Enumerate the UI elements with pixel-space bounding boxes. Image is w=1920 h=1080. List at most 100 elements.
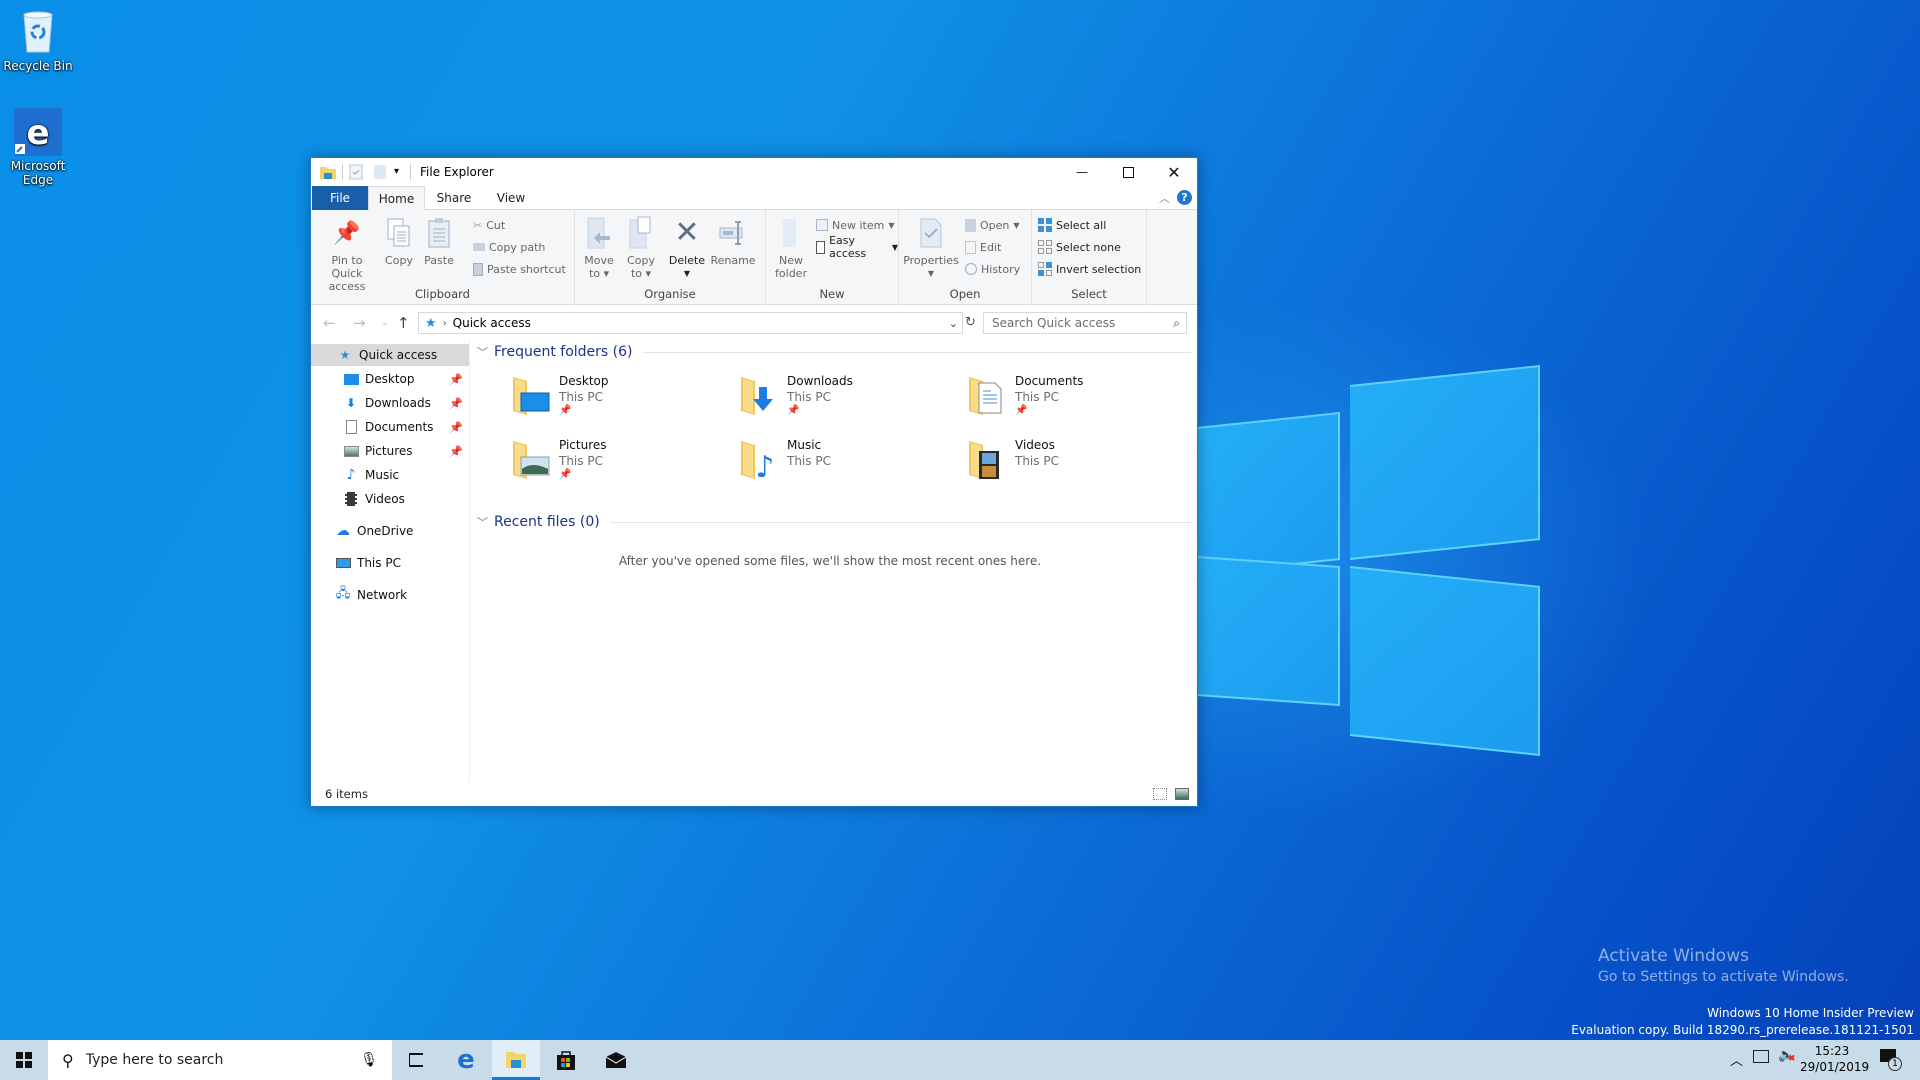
address-dropdown-icon[interactable]: ⌄: [949, 317, 958, 330]
minimize-button[interactable]: —: [1059, 158, 1105, 186]
select-all-button[interactable]: Select all: [1038, 216, 1106, 234]
details-view-button[interactable]: [1153, 788, 1167, 800]
open-button[interactable]: Open ▼: [965, 216, 1020, 234]
network-status-icon[interactable]: [1753, 1050, 1769, 1063]
volume-muted-icon[interactable]: 🔈 ✖: [1778, 1048, 1796, 1064]
easy-access-button[interactable]: Easy access ▼: [816, 234, 898, 260]
title-bar[interactable]: ▾ File Explorer — ✕: [311, 158, 1197, 186]
paste-shortcut-button[interactable]: Paste shortcut: [473, 260, 566, 278]
new-item-button[interactable]: New item ▼: [816, 216, 895, 234]
edit-button[interactable]: Edit: [965, 238, 1001, 256]
collapse-ribbon-icon[interactable]: ︿: [1159, 190, 1170, 206]
properties-icon: [920, 218, 942, 248]
sidebar-item-documents[interactable]: Documents 📌: [311, 416, 469, 438]
recent-files-header[interactable]: ﹀ Recent files (0): [477, 514, 1191, 530]
copy-path-button[interactable]: Copy path: [473, 238, 545, 256]
folder-tile-desktop[interactable]: Desktop This PC 📌: [509, 373, 729, 429]
cut-button[interactable]: ✂ Cut: [473, 216, 505, 234]
taskbar-search-box[interactable]: ⚲ Type here to search 🎙: [48, 1040, 392, 1080]
folder-name: Downloads: [787, 374, 853, 388]
sidebar-item-pictures[interactable]: Pictures 📌: [311, 440, 469, 462]
new-folder-icon: [783, 219, 796, 247]
move-to-button[interactable]: Move to ▾: [581, 216, 617, 280]
help-icon[interactable]: ?: [1177, 190, 1192, 205]
start-button[interactable]: [0, 1040, 48, 1080]
sidebar-item-label: Downloads: [365, 396, 431, 410]
invert-selection-button[interactable]: Invert selection: [1038, 260, 1141, 278]
refresh-button[interactable]: ↻: [965, 315, 976, 330]
ribbon-tabs: File Home Share View ︿ ?: [311, 186, 1197, 211]
file-explorer-icon: [506, 1051, 526, 1068]
copy-to-button[interactable]: Copy to ▾: [623, 216, 659, 280]
new-folder-qat-icon[interactable]: [373, 164, 387, 180]
clock[interactable]: 15:23 29/01/2019: [1800, 1043, 1869, 1075]
back-button[interactable]: ←: [323, 314, 336, 332]
recent-locations-button[interactable]: ⌄: [381, 318, 389, 328]
history-button[interactable]: History: [965, 260, 1020, 278]
rename-button[interactable]: Rename: [710, 216, 756, 267]
sidebar-item-quick-access[interactable]: ★ Quick access: [311, 344, 469, 366]
sidebar-item-music[interactable]: ♪ Music: [311, 464, 469, 486]
delete-button[interactable]: ✕ Delete ▼: [667, 216, 707, 280]
folder-tile-music[interactable]: ♪ Music This PC: [737, 437, 957, 493]
search-input[interactable]: Search Quick access ⌕: [983, 312, 1187, 334]
close-button[interactable]: ✕: [1151, 158, 1197, 186]
select-none-button[interactable]: Select none: [1038, 238, 1121, 256]
taskbar-edge[interactable]: e: [442, 1040, 490, 1080]
action-center-button[interactable]: 1: [1878, 1048, 1904, 1074]
frequent-folders-header[interactable]: ﹀ Frequent folders (6): [477, 344, 1191, 360]
activate-title: Activate Windows: [1598, 946, 1749, 966]
desktop-icon-label: Microsoft Edge: [10, 159, 66, 187]
pictures-folder-icon: [513, 441, 550, 479]
sidebar-item-this-pc[interactable]: This PC: [311, 552, 469, 574]
tab-file[interactable]: File: [312, 186, 368, 210]
pin-quick-access-button[interactable]: 📌 Pin to Quick access: [315, 216, 379, 293]
button-label: Copy: [627, 254, 655, 267]
desktop-icon: [343, 371, 359, 387]
up-button[interactable]: ↑: [397, 314, 410, 332]
folder-tile-documents[interactable]: Documents This PC 📌: [965, 373, 1185, 429]
copy-path-icon: [473, 243, 485, 251]
address-bar[interactable]: ★ › Quick access ⌄: [418, 312, 963, 334]
new-folder-button[interactable]: New folder: [772, 216, 810, 280]
properties-button[interactable]: Properties ▼: [903, 216, 959, 280]
large-icons-view-button[interactable]: [1175, 788, 1189, 800]
pin-icon[interactable]: 📌: [449, 397, 463, 410]
taskbar-store[interactable]: [542, 1040, 590, 1080]
delete-x-icon: ✕: [674, 215, 700, 250]
sidebar-item-downloads[interactable]: ⬇ Downloads 📌: [311, 392, 469, 414]
tab-view[interactable]: View: [483, 186, 539, 210]
pin-icon[interactable]: 📌: [449, 421, 463, 434]
tab-share[interactable]: Share: [425, 186, 483, 210]
properties-qat-icon[interactable]: [349, 164, 363, 180]
pin-icon[interactable]: 📌: [449, 373, 463, 386]
taskbar-mail[interactable]: [592, 1040, 640, 1080]
button-label: Paste shortcut: [487, 262, 566, 276]
folder-tile-pictures[interactable]: Pictures This PC 📌: [509, 437, 729, 493]
copy-button[interactable]: Copy: [381, 216, 417, 267]
dropdown-arrow-icon: ▼: [927, 269, 935, 278]
forward-button[interactable]: →: [353, 314, 366, 332]
svg-text:♪: ♪: [755, 450, 774, 481]
folder-tile-videos[interactable]: Videos This PC: [965, 437, 1185, 493]
microphone-icon[interactable]: 🎙: [360, 1052, 378, 1068]
sidebar-item-network[interactable]: 🖧 Network: [311, 584, 469, 606]
maximize-button[interactable]: [1105, 158, 1151, 186]
pin-icon[interactable]: 📌: [449, 445, 463, 458]
tab-home[interactable]: Home: [368, 186, 425, 211]
show-hidden-icons-button[interactable]: ︿: [1730, 1050, 1743, 1069]
button-label: Edit: [980, 240, 1002, 254]
desktop-icon-edge[interactable]: e Microsoft Edge: [1, 108, 75, 187]
sidebar-item-desktop[interactable]: Desktop 📌: [311, 368, 469, 390]
invert-selection-icon: [1038, 262, 1052, 276]
breadcrumb-chevron-icon[interactable]: ›: [443, 318, 447, 329]
sidebar-item-videos[interactable]: Videos: [311, 488, 469, 510]
task-view-button[interactable]: [392, 1040, 440, 1080]
desktop-icon-recycle-bin[interactable]: Recycle Bin: [1, 8, 75, 73]
customize-qat-icon[interactable]: ▾: [394, 166, 399, 182]
folder-tile-downloads[interactable]: Downloads This PC 📌: [737, 373, 957, 429]
breadcrumb-quick-access[interactable]: Quick access: [453, 316, 531, 330]
taskbar-file-explorer[interactable]: [492, 1040, 540, 1080]
paste-button[interactable]: Paste: [421, 216, 457, 267]
sidebar-item-onedrive[interactable]: ☁ OneDrive: [311, 520, 469, 542]
